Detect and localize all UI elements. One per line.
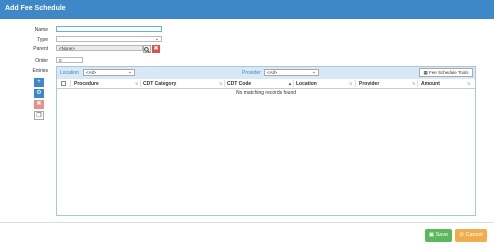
column-divider (224, 80, 225, 87)
sort-icon: ⇅ (349, 81, 353, 86)
column-divider (70, 80, 71, 87)
add-entry-button[interactable]: + (34, 78, 44, 87)
search-icon (144, 47, 150, 53)
order-input[interactable]: 0 (56, 57, 83, 63)
cancel-button-label: Cancel (465, 232, 483, 238)
dialog-header: Add Fee Schedule (0, 0, 494, 19)
sort-icon: ⇅ (412, 81, 416, 86)
location-filter-value: <All> (86, 70, 97, 75)
save-button-label: Save (435, 232, 449, 238)
cancel-icon: ⊘ (459, 232, 464, 238)
table-icon: ▦ (423, 70, 428, 75)
parent-input[interactable]: <None> (56, 45, 143, 51)
column-divider (140, 80, 141, 87)
column-divider (355, 80, 356, 87)
parent-search-button[interactable] (143, 45, 151, 53)
type-label: Type (37, 37, 48, 43)
chevron-down-icon: ⌄ (311, 69, 316, 75)
chevron-down-icon: ⌄ (154, 36, 159, 42)
footer-divider (0, 222, 494, 223)
parent-label: Parent (33, 46, 48, 52)
copy-entry-button[interactable]: ❐ (34, 111, 44, 120)
sort-icon: ⇅ (219, 81, 223, 86)
name-input[interactable] (56, 26, 162, 32)
fee-schedule-tools-button[interactable]: ▦ Fee Schedule Tools (419, 68, 473, 77)
type-select[interactable]: ⌄ (56, 36, 162, 42)
column-cdt-category[interactable]: CDT Category (143, 81, 176, 87)
close-icon: ✖ (153, 46, 159, 52)
column-divider (417, 80, 418, 87)
fee-schedule-tools-label: Fee Schedule Tools (429, 70, 469, 75)
filter-bar: Location <All> ⌄ Provider <All> ⌄ ▦ Fee … (57, 67, 475, 79)
column-amount[interactable]: Amount (421, 81, 440, 87)
save-button[interactable]: ▣ Save (425, 229, 452, 242)
plus-icon: + (37, 79, 41, 85)
sort-icon: ⇅ (135, 81, 139, 86)
edit-entry-button[interactable]: ⚙ (34, 89, 44, 98)
table-header: Procedure ⇅ CDT Category ⇅ CDT Code ▲ Lo… (57, 79, 475, 89)
delete-entry-button[interactable]: ✖ (34, 100, 44, 109)
dialog-title: Add Fee Schedule (5, 5, 66, 12)
entries-grid: Location <All> ⌄ Provider <All> ⌄ ▦ Fee … (56, 66, 476, 216)
column-location[interactable]: Location (296, 81, 317, 87)
gear-icon: ⚙ (36, 90, 42, 96)
entries-label: Entries (32, 68, 48, 74)
select-all-checkbox[interactable] (61, 81, 66, 86)
parent-clear-button[interactable]: ✖ (152, 45, 160, 53)
provider-filter-label: Provider (242, 70, 261, 76)
copy-icon: ❐ (36, 113, 42, 119)
chevron-down-icon: ⌄ (127, 69, 132, 75)
location-filter-label: Location (60, 70, 79, 76)
cancel-button[interactable]: ⊘ Cancel (455, 229, 487, 242)
sort-icon: ⇅ (467, 81, 471, 86)
column-cdt-code[interactable]: CDT Code (227, 81, 251, 87)
provider-filter-value: <All> (267, 70, 278, 75)
column-divider (293, 80, 294, 87)
close-icon: ✖ (36, 101, 42, 107)
sort-ascending-icon: ▲ (288, 81, 292, 86)
save-icon: ▣ (428, 232, 435, 238)
location-filter-select[interactable]: <All> ⌄ (83, 69, 135, 76)
order-label: Order (35, 58, 48, 64)
column-procedure[interactable]: Procedure (74, 81, 99, 87)
empty-table-message: No matching records found (235, 90, 297, 96)
provider-filter-select[interactable]: <All> ⌄ (264, 69, 319, 76)
column-provider[interactable]: Provider (359, 81, 379, 87)
name-label: Name (34, 27, 48, 33)
